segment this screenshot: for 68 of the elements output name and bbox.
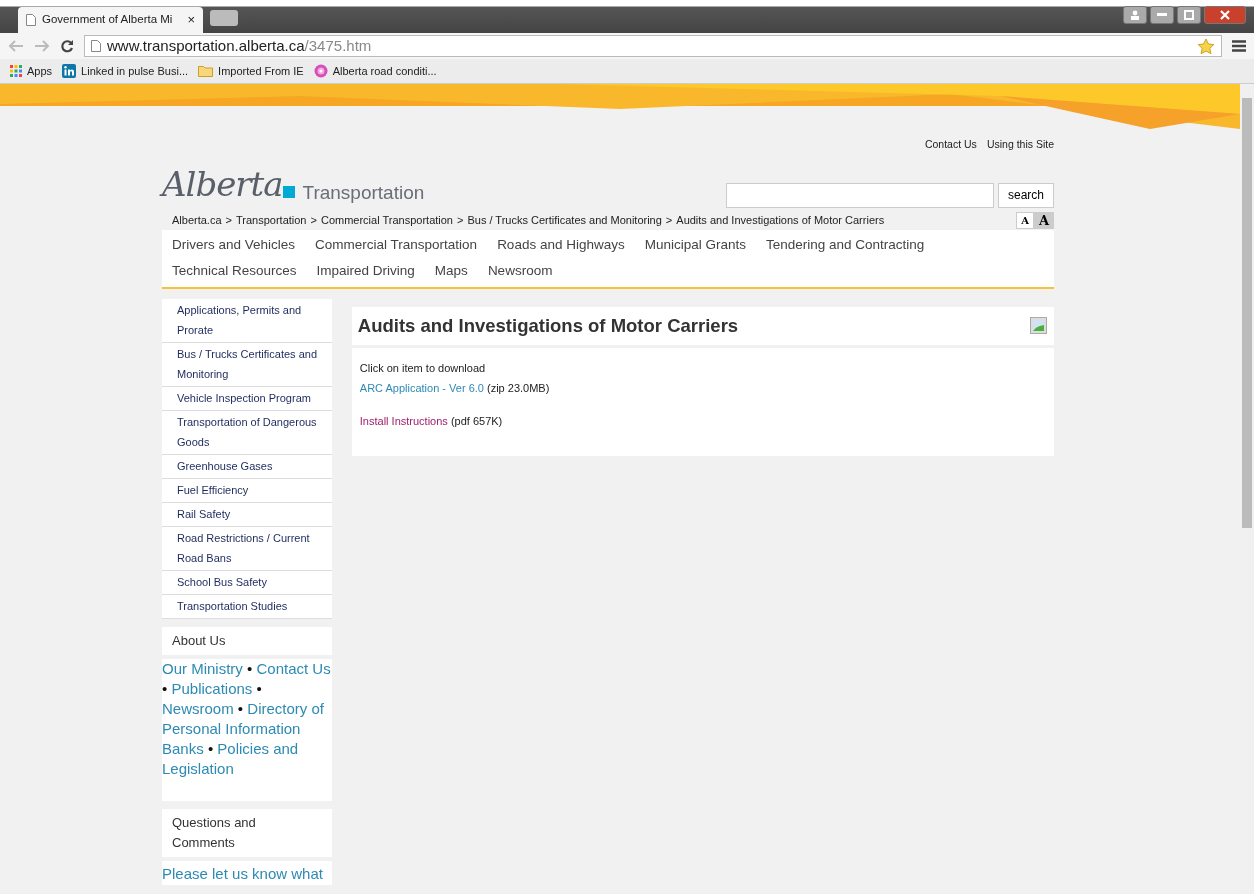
- minimize-button[interactable]: [1150, 6, 1174, 24]
- download-link[interactable]: Install Instructions: [359, 414, 448, 427]
- breadcrumb-link[interactable]: Bus / Trucks Certificates and Monitoring: [467, 212, 662, 229]
- nav-link-item[interactable]: Commercial Transportation: [315, 231, 478, 258]
- sidebar-item[interactable]: School Bus Safety: [162, 570, 332, 595]
- utility-link[interactable]: Using this Site: [986, 137, 1054, 153]
- text-size-button[interactable]: A: [1016, 211, 1034, 229]
- about-links: Our Ministry • Contact Us • Publications • Newsroom • Directory of Personal Information Banks • Policies and Legislation: [162, 658, 332, 779]
- nav-link-item[interactable]: Municipal Grants: [644, 231, 746, 258]
- bookmark[interactable]: Apps: [10, 62, 53, 80]
- folder-icon: [198, 65, 214, 77]
- intro-text: Click on item to download: [359, 360, 487, 376]
- sidebar-item[interactable]: Fuel Efficiency: [162, 478, 332, 503]
- nav-link-item[interactable]: Maps: [434, 257, 468, 284]
- maximize-button[interactable]: [1177, 6, 1201, 24]
- sidebar-item[interactable]: Applications, Permits and Prorate: [162, 298, 332, 343]
- minimize-icon: [1157, 13, 1167, 17]
- bookmark[interactable]: Linked in pulse Busi...: [62, 62, 189, 80]
- breadcrumb-separator: >: [665, 213, 673, 228]
- address-bar[interactable]: www.transportation.alberta.ca/3475.htm: [84, 35, 1222, 57]
- user-icon: [1130, 10, 1140, 20]
- flower-icon: [313, 64, 328, 78]
- file-info: (pdf 657K): [450, 414, 503, 427]
- breadcrumb-separator: >: [457, 213, 464, 228]
- text-size-button[interactable]: A: [1033, 211, 1054, 229]
- user-button[interactable]: [1123, 6, 1147, 24]
- sidebar-item[interactable]: Transportation Studies: [162, 594, 332, 619]
- close-icon: [1220, 10, 1230, 20]
- reload-icon[interactable]: [60, 39, 74, 53]
- sidebar-item[interactable]: Vehicle Inspection Program: [162, 386, 332, 411]
- close-tab-button[interactable]: ×: [187, 10, 195, 30]
- breadcrumb-separator: >: [310, 213, 317, 228]
- breadcrumb-link[interactable]: Transportation: [235, 212, 307, 229]
- breadcrumb-link[interactable]: Alberta.ca: [172, 212, 222, 229]
- close-window-button[interactable]: [1204, 6, 1246, 24]
- breadcrumb-link[interactable]: Commercial Transportation: [320, 212, 453, 229]
- feedback-link[interactable]: Please let us know what: [162, 860, 332, 886]
- nav-link-item[interactable]: Tendering and Contracting: [766, 231, 925, 258]
- download-link[interactable]: ARC Application - Ver 6.0: [359, 381, 484, 394]
- page-icon: [26, 14, 36, 26]
- breadcrumb-separator: >: [225, 213, 232, 228]
- maximize-icon: [1184, 10, 1194, 20]
- sidebar-item[interactable]: Greenhouse Gases: [162, 454, 332, 479]
- breadcrumb-current[interactable]: Audits and Investigations of Motor Carriers: [676, 212, 885, 229]
- linkedin-icon: [62, 64, 77, 78]
- nav-link-item[interactable]: Newsroom: [487, 257, 553, 284]
- menu-icon[interactable]: [1232, 40, 1246, 52]
- apps-icon: [10, 65, 22, 77]
- file-info: (zip 23.0MB): [487, 381, 550, 394]
- nav-link-item[interactable]: Roads and Highways: [497, 231, 625, 258]
- page-icon: [91, 40, 101, 52]
- nav-link-item[interactable]: Drivers and Vehicles: [172, 231, 296, 258]
- browser-tab[interactable]: Government of Alberta Mi ×: [18, 7, 203, 33]
- utility-link[interactable]: Contact Us: [924, 137, 977, 153]
- nav-link-item[interactable]: Technical Resources: [172, 257, 297, 284]
- sidebar-item[interactable]: Transportation of Dangerous Goods: [162, 410, 332, 455]
- broken-image-icon: [1030, 317, 1047, 335]
- search-button[interactable]: search: [997, 182, 1054, 208]
- bookmark[interactable]: Imported From IE: [198, 62, 304, 80]
- sidebar-item[interactable]: Rail Safety: [162, 502, 332, 527]
- sidebar-item[interactable]: Road Restrictions / Current Road Bans: [162, 526, 332, 571]
- tab-title: Government of Alberta Mi: [42, 12, 174, 28]
- nav-link-item[interactable]: Impaired Driving: [316, 257, 415, 284]
- search-field[interactable]: [725, 182, 994, 208]
- page-title: Audits and Investigations of Motor Carriers: [357, 314, 739, 337]
- bookmark[interactable]: Alberta road conditi...: [313, 62, 437, 80]
- star-icon[interactable]: [1197, 37, 1215, 55]
- sidebar-item[interactable]: Bus / Trucks Certificates and Monitoring: [162, 342, 332, 387]
